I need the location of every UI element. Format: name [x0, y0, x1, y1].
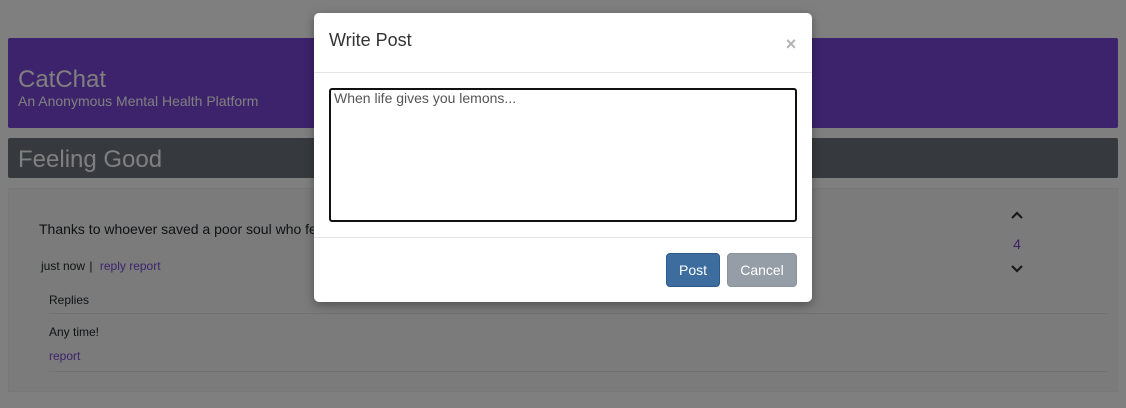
post-button[interactable]: Post [666, 253, 720, 287]
close-icon[interactable]: × [784, 35, 798, 53]
modal-header: Write Post × [314, 13, 812, 73]
modal-footer: Post Cancel [314, 237, 812, 302]
write-post-modal: Write Post × Post Cancel [314, 13, 812, 302]
page: CatChat An Anonymous Mental Health Platf… [0, 0, 1126, 408]
modal-body [329, 88, 797, 222]
cancel-button[interactable]: Cancel [727, 253, 797, 287]
modal-title: Write Post [329, 30, 412, 50]
post-textarea[interactable] [329, 88, 797, 222]
